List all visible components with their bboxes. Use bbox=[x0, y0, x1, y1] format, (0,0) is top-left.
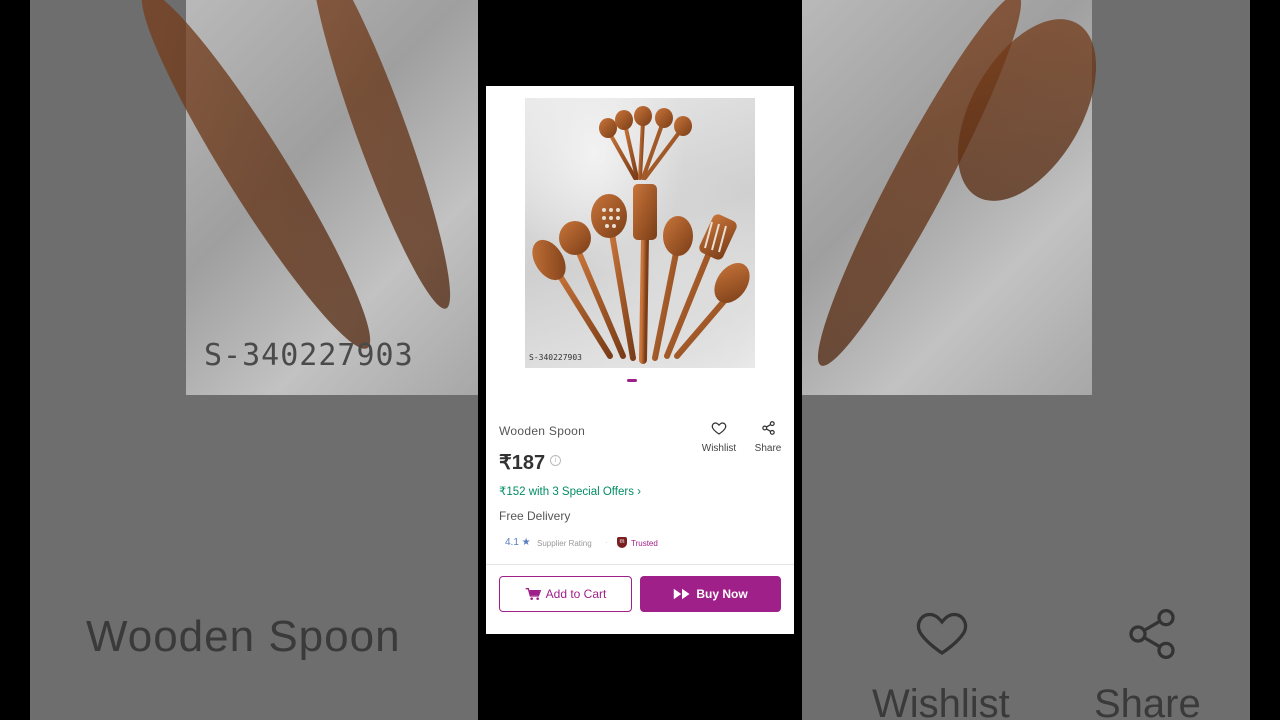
trusted-icon: m bbox=[617, 537, 627, 548]
product-title: Wooden Spoon bbox=[499, 424, 586, 438]
fast-forward-icon bbox=[674, 588, 690, 600]
info-icon[interactable]: i bbox=[550, 455, 561, 466]
share-icon bbox=[761, 421, 775, 435]
buy-now-button[interactable]: Buy Now bbox=[640, 576, 781, 612]
image-code: S-340227903 bbox=[529, 353, 582, 362]
supplier-rating-label: Supplier Rating bbox=[537, 539, 592, 548]
phone-screen: S-340227903 Wooden Spoon ₹187 i ₹152 wit… bbox=[478, 0, 802, 720]
add-to-cart-label: Add to Cart bbox=[545, 587, 607, 601]
special-offers-link[interactable]: ₹152 with 3 Special Offers › bbox=[499, 484, 641, 498]
carousel-indicator[interactable] bbox=[627, 379, 637, 382]
rating-separator: · bbox=[605, 538, 608, 547]
background-edge bbox=[0, 0, 30, 720]
cart-icon bbox=[525, 588, 541, 600]
background-right: Wishlist Share bbox=[802, 0, 1280, 720]
background-product-image bbox=[119, 0, 478, 395]
share-button[interactable]: Share bbox=[752, 420, 784, 454]
buy-now-label: Buy Now bbox=[696, 587, 748, 601]
background-left: S-340227903 Wooden Spoon bbox=[0, 0, 478, 720]
product-card: S-340227903 Wooden Spoon ₹187 i ₹152 wit… bbox=[486, 86, 794, 634]
background-product-image bbox=[802, 0, 1125, 395]
wishlist-label: Wishlist bbox=[701, 443, 737, 454]
background-wishlist-label: Wishlist bbox=[872, 682, 1010, 720]
product-image[interactable]: S-340227903 bbox=[525, 98, 755, 368]
share-label: Share bbox=[754, 443, 782, 454]
heart-icon bbox=[711, 422, 727, 435]
wishlist-button[interactable]: Wishlist bbox=[697, 420, 741, 454]
supplier-rating-value: 4.1 ★ bbox=[505, 537, 531, 548]
background-heart-icon bbox=[916, 612, 968, 655]
trusted-label: Trusted bbox=[631, 539, 658, 548]
add-to-cart-button[interactable]: Add to Cart bbox=[499, 576, 632, 612]
background-edge bbox=[1250, 0, 1280, 720]
wooden-spoons-illustration bbox=[532, 106, 750, 364]
background-share-icon bbox=[1129, 609, 1175, 659]
background-image-code: S-340227903 bbox=[204, 338, 414, 373]
product-price: ₹187 bbox=[499, 452, 546, 474]
delivery-info: Free Delivery bbox=[499, 509, 571, 523]
background-title: Wooden Spoon bbox=[86, 612, 401, 661]
divider bbox=[486, 564, 794, 565]
background-share-label: Share bbox=[1094, 682, 1201, 720]
